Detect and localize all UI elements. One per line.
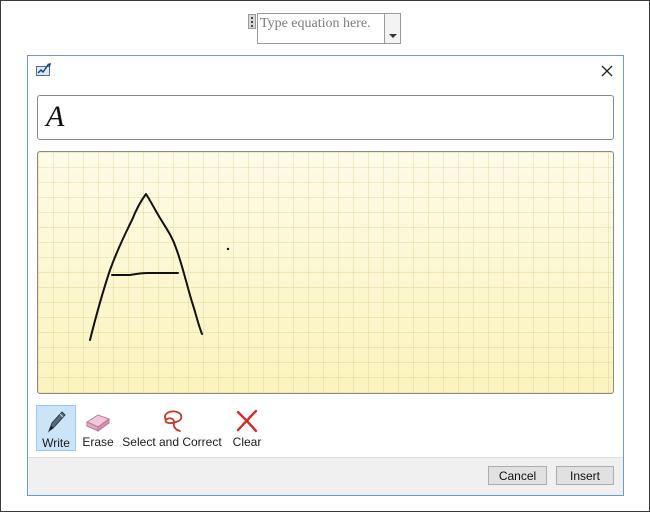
eraser-icon xyxy=(85,414,111,432)
select-and-correct-label: Select and Correct xyxy=(122,435,222,449)
close-button[interactable] xyxy=(597,61,617,81)
close-icon xyxy=(601,65,613,77)
clear-tool-button[interactable]: Clear xyxy=(228,405,266,451)
write-tool-button[interactable]: Write xyxy=(36,405,76,451)
preview-equation: A xyxy=(46,100,65,133)
equation-placeholder-text: Type equation here. xyxy=(260,16,371,31)
clear-x-icon xyxy=(236,409,258,433)
chevron-down-icon[interactable] xyxy=(384,14,400,43)
equation-preview: A xyxy=(37,95,614,140)
insert-button[interactable]: Insert xyxy=(556,466,614,485)
clear-label: Clear xyxy=(232,435,262,449)
cancel-button[interactable]: Cancel xyxy=(488,466,547,485)
handwritten-ink xyxy=(89,193,230,341)
select-and-correct-tool-button[interactable]: Select and Correct xyxy=(122,405,222,451)
dialog-footer: Cancel Insert xyxy=(28,457,623,495)
erase-label: Erase xyxy=(82,435,114,449)
equation-placeholder[interactable]: Type equation here. xyxy=(257,13,401,44)
lasso-icon xyxy=(164,410,183,432)
erase-tool-button[interactable]: Erase xyxy=(80,405,116,451)
equation-drag-handle[interactable] xyxy=(248,14,256,29)
math-input-icon xyxy=(36,63,52,77)
write-label: Write xyxy=(42,436,70,450)
pen-icon xyxy=(47,411,66,433)
ink-equation-dialog: A Write Erase Select and Correct Clear C… xyxy=(27,55,624,496)
handwriting-pad[interactable] xyxy=(37,151,614,394)
